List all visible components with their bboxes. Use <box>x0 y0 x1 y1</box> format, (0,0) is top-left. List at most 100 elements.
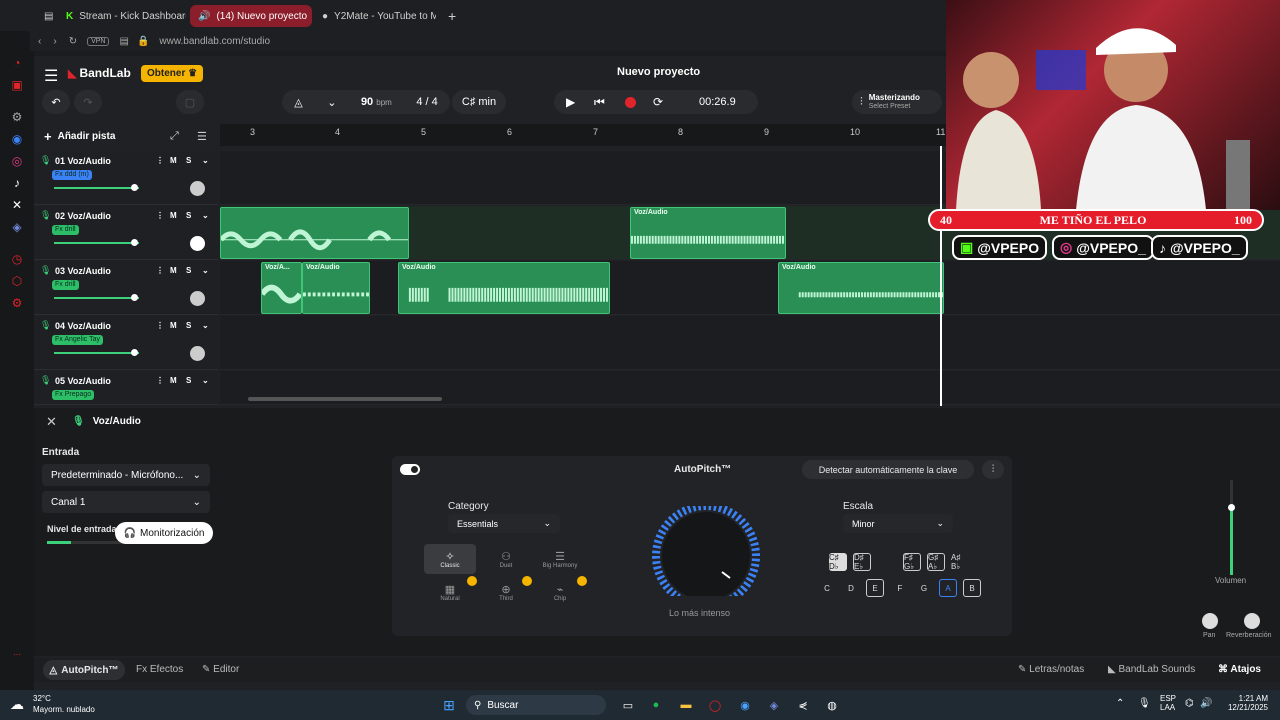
solo-button[interactable]: S <box>186 376 191 385</box>
speaker-icon[interactable]: 🔊 <box>1200 698 1212 709</box>
filter-icon[interactable]: ☰ <box>197 130 207 143</box>
fx-chip[interactable]: Fx Prepago <box>52 390 95 400</box>
x-icon[interactable]: ✕ <box>10 198 24 212</box>
reverb-knob[interactable] <box>1244 613 1260 629</box>
network-icon[interactable]: ⌬ <box>1185 698 1194 709</box>
key-dsharp[interactable]: D♯ E♭ <box>853 553 871 571</box>
weather-temp[interactable]: 32°C <box>33 694 51 703</box>
key-a[interactable]: A <box>939 579 957 597</box>
forward-icon[interactable]: › <box>53 36 56 47</box>
key-c[interactable]: C <box>818 579 836 597</box>
capcut-icon[interactable]: ⋞ <box>794 696 812 714</box>
key-d[interactable]: D <box>842 579 860 597</box>
chevron-down-icon[interactable]: ⌄ <box>202 376 209 385</box>
chevron-down-icon[interactable]: ⌄ <box>327 96 336 109</box>
tiktok-icon[interactable]: ♪ <box>10 176 24 190</box>
autopitch-tab[interactable]: ◬ AutoPitch™ <box>43 660 125 680</box>
track-header[interactable]: 🎙 01 Voz/Audio ⋮ M S ⌄ Fx ddd (m) <box>34 151 218 205</box>
pan-knob[interactable] <box>1202 613 1218 629</box>
folder-icon[interactable]: ▬ <box>677 696 695 714</box>
skip-back-icon[interactable]: ⏮ <box>594 95 605 110</box>
tool-icon[interactable]: ⤢ <box>170 130 179 143</box>
audio-clip[interactable]: Voz/Audio <box>302 262 370 314</box>
track-lane[interactable]: Voz/A... Voz/Audio Voz/Audio Voz/Audio <box>220 261 1280 315</box>
redo-icon[interactable]: ↷ <box>74 90 102 114</box>
fx-chip[interactable]: Fx ddd (m) <box>52 170 92 180</box>
back-icon[interactable]: ‹ <box>38 36 41 47</box>
solo-button[interactable]: S <box>186 156 191 165</box>
brand[interactable]: ◣ BandLab <box>68 66 131 80</box>
mic-tray-icon[interactable]: 🎙 <box>1138 698 1151 709</box>
track-header[interactable]: 🎙 02 Voz/Audio ⋮ M S ⌄ Fx drill <box>34 206 218 260</box>
sounds-tab[interactable]: ◣ BandLab Sounds <box>1108 664 1195 675</box>
chevron-up-icon[interactable]: ⌃ <box>1116 698 1124 709</box>
fx-chip[interactable]: Fx drill <box>52 225 79 235</box>
track-header[interactable]: 🎙 03 Voz/Audio ⋮ M S ⌄ Fx drill <box>34 261 218 315</box>
metronome-icon[interactable]: ◬ <box>294 96 302 109</box>
task-view-icon[interactable]: ▭ <box>619 696 637 714</box>
chevron-down-icon[interactable]: ⌄ <box>202 266 209 275</box>
pan-knob[interactable] <box>190 291 205 306</box>
chevron-down-icon[interactable]: ⌄ <box>202 156 209 165</box>
tab-kick[interactable]: K Stream - Kick Dashboard <box>58 5 186 27</box>
key-gsharp[interactable]: G♯ A♭ <box>927 553 945 571</box>
escala-select[interactable]: Minor ⌄ <box>843 514 953 533</box>
clock[interactable]: 1:21 AM 12/21/2025 <box>1222 694 1268 712</box>
autopitch-toggle[interactable] <box>400 464 420 475</box>
audio-clip[interactable] <box>220 207 409 259</box>
solo-button[interactable]: S <box>186 321 191 330</box>
detect-key-button[interactable]: Detectar automáticamente la clave <box>802 460 974 479</box>
solo-button[interactable]: S <box>186 266 191 275</box>
record-icon[interactable] <box>625 96 636 108</box>
solo-button[interactable]: S <box>186 211 191 220</box>
play-icon[interactable]: ▶ <box>566 95 575 109</box>
shortcuts-tab[interactable]: ⌘ Atajos <box>1218 664 1261 675</box>
volume-slider[interactable] <box>54 239 139 246</box>
obtener-button[interactable]: Obtener ♛ <box>141 65 204 82</box>
intensity-knob[interactable] <box>650 502 762 610</box>
menu-dots-icon[interactable]: ⋮ <box>156 156 164 165</box>
volume-handle[interactable] <box>1228 504 1235 511</box>
menu-dots-icon[interactable]: ⋮ <box>156 266 164 275</box>
key-e[interactable]: E <box>866 579 884 597</box>
loop-icon[interactable]: ⟳ <box>653 95 663 109</box>
settings-icon[interactable]: ⚙ <box>10 110 24 124</box>
volume-knob[interactable] <box>131 294 138 301</box>
volume-slider[interactable] <box>54 294 139 301</box>
editor-tab[interactable]: ✎ Editor <box>202 664 239 675</box>
volume-knob[interactable] <box>131 184 138 191</box>
sidebar-settings-icon[interactable]: ⚙ <box>10 296 24 310</box>
aria-icon[interactable]: ◔ <box>10 56 24 70</box>
pan-knob[interactable] <box>190 181 205 196</box>
horizontal-scrollbar[interactable] <box>248 397 442 401</box>
fx-chip[interactable]: Fx drill <box>52 280 79 290</box>
preset-duet[interactable]: ⚇ Duet <box>480 544 532 574</box>
mute-button[interactable]: M <box>170 376 177 385</box>
volume-knob[interactable] <box>131 239 138 246</box>
key-f[interactable]: F <box>891 579 909 597</box>
instagram-icon[interactable]: ◎ <box>10 154 24 168</box>
preset-big-harmony[interactable]: ☰ Big Harmony <box>534 544 586 574</box>
more-icon[interactable]: ⋯ <box>10 648 24 662</box>
input-device-select[interactable]: Predeterminado - Micrófono... ⌄ <box>42 464 210 486</box>
project-title[interactable]: Nuevo proyecto <box>617 66 700 78</box>
windows-start-icon[interactable]: ⊞ <box>440 696 458 714</box>
efectos-tab[interactable]: Fx Efectos <box>136 664 183 675</box>
pan-knob[interactable] <box>190 346 205 361</box>
workspaces-icon[interactable]: ▣ <box>10 78 24 92</box>
menu-dots-icon[interactable]: ⋮ <box>156 321 164 330</box>
close-icon[interactable]: ✕ <box>46 414 57 430</box>
extensions-icon[interactable]: ⬡ <box>10 274 24 288</box>
tab-y2mate[interactable]: ● Y2Mate - YouTube to MP <box>314 5 436 27</box>
time-signature[interactable]: 4 / 4 <box>416 96 437 108</box>
lyrics-tab[interactable]: ✎ Letras/notas <box>1018 664 1084 675</box>
discord-icon[interactable]: ◈ <box>765 696 783 714</box>
weather-desc[interactable]: Mayorm. nublado <box>33 705 95 714</box>
key-button[interactable]: C♯ min <box>452 90 506 114</box>
volume-slider[interactable] <box>54 184 139 191</box>
audio-clip[interactable]: Voz/Audio <box>398 262 610 314</box>
messenger-icon[interactable]: ◉ <box>10 132 24 146</box>
chevron-down-icon[interactable]: ⌄ <box>202 211 209 220</box>
chrome-icon[interactable]: ◉ <box>736 696 754 714</box>
bpm-field[interactable]: 90 bpm <box>361 96 392 108</box>
